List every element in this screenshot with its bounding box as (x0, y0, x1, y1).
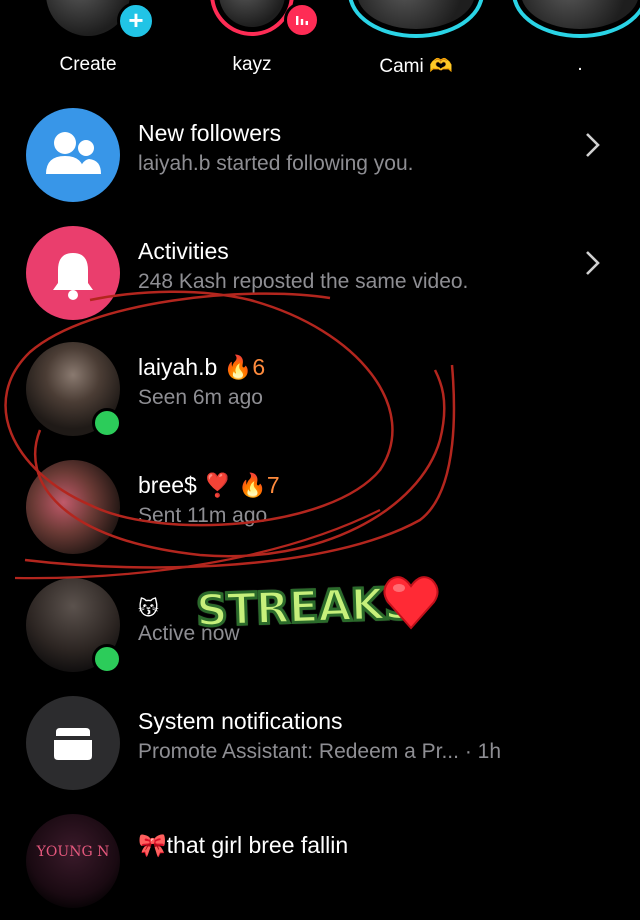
story-label: kayz (232, 54, 272, 75)
story-label: Cami 🫶 (379, 56, 453, 77)
online-indicator (92, 408, 122, 438)
story-label: Create (59, 54, 117, 75)
chat-row-group[interactable]: YOUNG N 🎀that girl bree fallin (0, 802, 640, 920)
live-audio-icon (284, 2, 320, 38)
story-create[interactable]: + Create (28, 0, 155, 95)
story-label: . (577, 54, 583, 75)
story-cami[interactable]: Cami 🫶 (348, 0, 484, 95)
chat-name: 🎀that girl bree fallin (138, 832, 348, 859)
chevron-right-icon (586, 251, 600, 275)
contact-name: laiyah.b (138, 354, 218, 380)
streak-count: 6 (252, 354, 266, 380)
chat-status: Sent 11m ago (138, 504, 268, 527)
story-ring[interactable] (348, 0, 484, 38)
online-indicator (92, 644, 122, 674)
add-story-icon[interactable]: + (117, 2, 155, 40)
avatar (26, 460, 120, 554)
contact-name: that girl bree fallin (166, 832, 349, 858)
avatar-caption: YOUNG N (36, 844, 110, 860)
story-kayz[interactable]: kayz (192, 0, 320, 95)
heart-icon (383, 576, 439, 630)
ribbon-icon: 🎀 (138, 832, 167, 858)
row-activities[interactable]: Activities 248 Kash reposted the same vi… (0, 214, 640, 332)
story-dot[interactable]: . (512, 0, 640, 95)
row-system-notifications[interactable]: System notifications Promote Assistant: … (0, 684, 640, 802)
kissing-cat-icon: 😽 (138, 598, 159, 620)
avatar: YOUNG N (26, 814, 120, 908)
story-ring[interactable] (210, 0, 294, 36)
timestamp: · 1h (464, 740, 502, 763)
contact-name: bree$ (138, 472, 197, 498)
notification-preview: Promote Assistant: Redeem a Pr... (138, 740, 459, 763)
row-title: New followers (138, 120, 282, 146)
chat-row-laiyah[interactable]: laiyah.b 🔥6 Seen 6m ago (0, 330, 640, 448)
streak-count: 7 (266, 472, 280, 498)
story-ring[interactable] (512, 0, 640, 38)
chat-name: bree$ ❣️ 🔥7 (138, 472, 280, 499)
chat-status: Seen 6m ago (138, 386, 263, 409)
flame-icon: 🔥 (238, 472, 267, 498)
bell-icon (26, 226, 120, 320)
flame-icon: 🔥 (223, 354, 253, 380)
row-subtitle: laiyah.b started following you. (138, 152, 414, 175)
chat-name: laiyah.b 🔥6 (138, 354, 265, 381)
row-new-followers[interactable]: New followers laiyah.b started following… (0, 96, 640, 214)
row-subtitle: Promote Assistant: Redeem a Pr... · 1h (138, 740, 501, 764)
heart-exclamation-icon: ❣️ (203, 472, 232, 498)
row-title: System notifications (138, 708, 343, 734)
inbox-icon (26, 696, 120, 790)
people-icon (26, 108, 120, 202)
chat-row-bree[interactable]: bree$ ❣️ 🔥7 Sent 11m ago (0, 448, 640, 566)
row-title: Activities (138, 238, 229, 264)
stories-row: + Create kayz Cami 🫶 . (0, 0, 640, 95)
chevron-right-icon (586, 133, 600, 157)
row-subtitle: 248 Kash reposted the same video. (138, 270, 469, 293)
